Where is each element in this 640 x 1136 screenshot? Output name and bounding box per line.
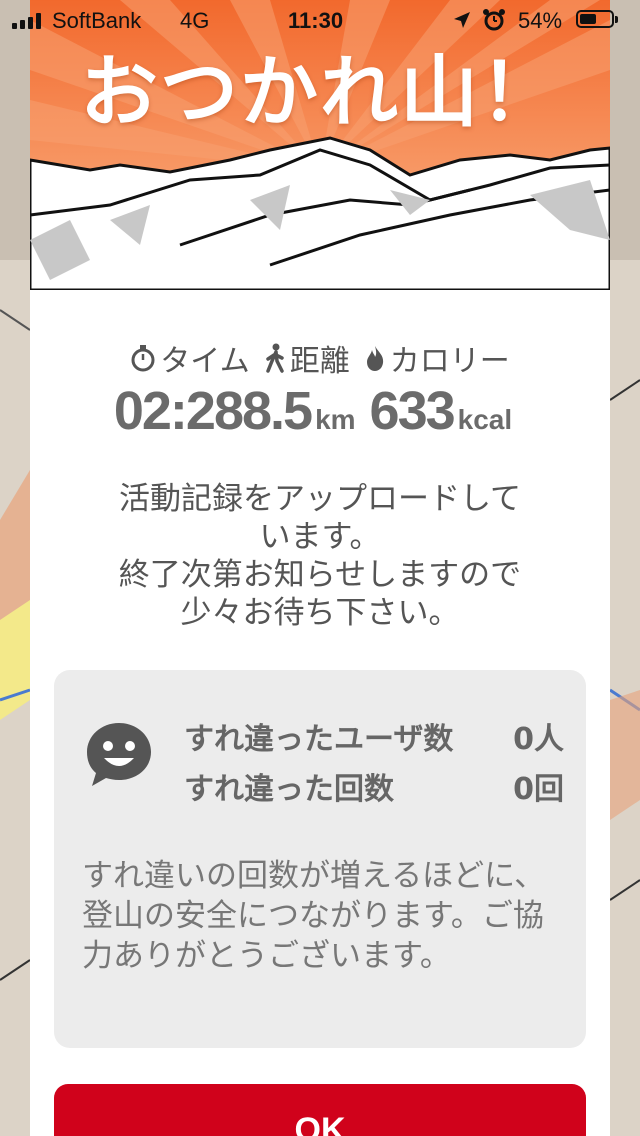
distance-label: 距離 xyxy=(264,336,350,380)
status-bar: SoftBank 4G 11:30 54% xyxy=(0,0,640,40)
distance-unit: km xyxy=(315,404,356,435)
time-label: タイム xyxy=(130,336,250,380)
time-label-text: タイム xyxy=(160,344,250,379)
users-encountered-label: すれ違ったユーザ数 xyxy=(184,722,454,757)
time-value: 02:28 xyxy=(113,381,244,441)
smiley-speech-bubble-icon xyxy=(87,723,151,786)
upload-message-line: 少々お待ち下さい。 xyxy=(180,595,460,631)
stopwatch-icon xyxy=(131,345,155,372)
calories-label-text: カロリー xyxy=(389,344,510,379)
walking-person-icon xyxy=(265,343,284,373)
upload-message-line: 終了次第お知らせしますので xyxy=(118,557,522,593)
battery-icon xyxy=(576,10,618,28)
upload-message: 活動記録をアップロードして います。 終了次第お知らせしますので 少々お待ち下さ… xyxy=(90,480,550,632)
alarm-clock-icon xyxy=(483,9,505,31)
users-encountered-value: 0人 xyxy=(513,722,564,757)
network-type: 4G xyxy=(180,8,210,33)
encounter-count-label: すれ違った回数 xyxy=(184,772,394,807)
upload-message-line: 活動記録をアップロードして xyxy=(118,481,522,517)
calories-value: 633 xyxy=(369,381,456,441)
location-arrow-icon xyxy=(454,12,470,28)
encounter-count-row: すれ違った回数 0回 xyxy=(184,764,564,808)
stats-values: 02:28 8.5 km 633 kcal xyxy=(30,380,610,442)
distance-value: 8.5 xyxy=(241,381,313,441)
ok-button[interactable]: OK xyxy=(54,1084,586,1136)
encounter-count-value: 0回 xyxy=(513,772,564,807)
upload-message-line: います。 xyxy=(259,519,381,555)
completion-modal: おつかれ山！ タイム 距離 カロリー 02:28 8.5 km 633 kcal… xyxy=(30,0,610,1136)
distance-label-text: 距離 xyxy=(289,344,350,379)
battery-level-fill xyxy=(580,14,597,24)
hero-banner: おつかれ山！ xyxy=(30,0,610,290)
cell-signal-icon xyxy=(12,13,41,29)
calories-unit: kcal xyxy=(457,404,513,435)
stats-labels: タイム 距離 カロリー xyxy=(30,336,610,380)
flame-icon xyxy=(366,346,383,371)
encounters-panel: すれ違ったユーザ数 0人 すれ違った回数 0回 すれ違いの回数が増えるほどに、登… xyxy=(54,670,586,1048)
encounters-note: すれ違いの回数が増えるほどに、登山の安全につながります。ご協力ありがとうございま… xyxy=(82,858,546,974)
hero-title: おつかれ山！ xyxy=(79,48,560,138)
status-time: 11:30 xyxy=(288,8,344,33)
battery-percentage: 54% xyxy=(518,8,563,33)
carrier-name: SoftBank xyxy=(52,8,142,33)
calories-label: カロリー xyxy=(364,336,510,380)
users-encountered-row: すれ違ったユーザ数 0人 xyxy=(184,714,564,758)
